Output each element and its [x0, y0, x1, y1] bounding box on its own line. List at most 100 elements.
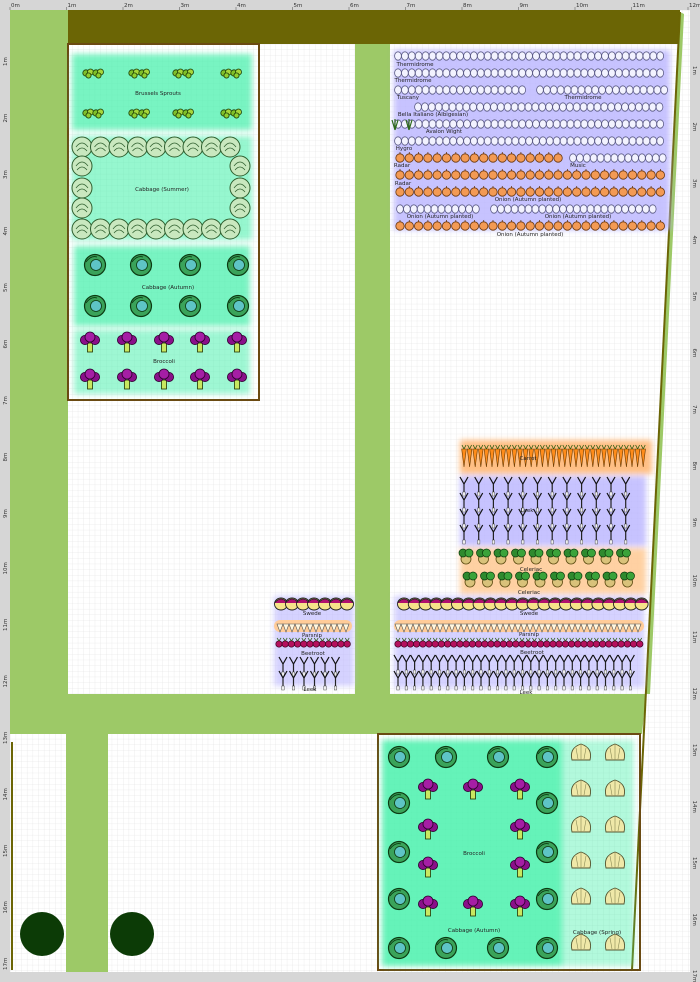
- ruler-tick-label: 5m: [294, 3, 303, 9]
- label-celeriac: Celeriac: [520, 567, 542, 573]
- ruler-tick-label: 16m: [3, 901, 9, 913]
- ruler-tick-label: 4m: [237, 3, 246, 9]
- ruler-tick-label: 13m: [691, 744, 697, 756]
- ruler-tick-label: 10m: [576, 3, 588, 9]
- avalon-wight-row: [394, 119, 664, 129]
- thermidrome-row: [394, 68, 664, 78]
- label-leek-small: Leek: [304, 687, 318, 693]
- ruler-tick-label: 14m: [3, 788, 9, 800]
- ruler-tick-label: 6m: [350, 3, 359, 9]
- label-beetroot-small: Beetroot: [301, 651, 326, 657]
- label-celeriac: Celeriac: [518, 590, 540, 596]
- ruler-tick-label: 9m: [691, 518, 697, 527]
- thermidrome-row: [536, 85, 668, 95]
- label-swede-big: Swede: [520, 611, 539, 617]
- ruler-tick-label: 16m: [691, 914, 697, 926]
- path-left-vertical: [10, 10, 68, 734]
- ruler-tick-label: 12m: [691, 688, 697, 700]
- ruler-tick-label: 12m: [689, 3, 700, 9]
- label-onion-autumn: Onion (Autumn planted): [407, 214, 474, 220]
- label-brussels-sprouts: Brussels Sprouts: [135, 91, 181, 97]
- hygro-row: [394, 136, 664, 146]
- ruler-tick-label: 9m: [520, 3, 529, 9]
- ruler-tick-label: 1m: [68, 3, 77, 9]
- ruler-tick-label: 5m: [3, 283, 9, 292]
- label-thermidrome: Thermidrome: [393, 78, 432, 84]
- ruler-tick-label: 8m: [3, 453, 9, 462]
- ruler-tick-label: 4m: [691, 236, 697, 245]
- ruler-tick-label: 1m: [3, 57, 9, 66]
- ruler-tick-label: 7m: [691, 405, 697, 414]
- label-thermidrome: Thermidrome: [563, 95, 602, 101]
- swede-row: [397, 597, 649, 611]
- label-leek-bottom: Leek: [520, 690, 534, 696]
- ruler-tick-label: 10m: [691, 575, 697, 587]
- ruler-bottom: [0, 972, 700, 982]
- ruler-tick-label: 7m: [3, 396, 9, 405]
- ruler-tick-label: 15m: [3, 845, 9, 857]
- ruler-left: [0, 0, 10, 982]
- ruler-tick-label: 3m: [3, 170, 9, 179]
- label-cabbage-autumn-top: Cabbage (Autumn): [142, 285, 194, 291]
- onion-row: [395, 220, 666, 231]
- garden-plan: 0m 1m 2m 3m 4m 5m 6m 7m 8m 9m 10m 11m 12m 1m 1m 2m 2m 3m…: [0, 0, 700, 982]
- ruler-tick-label: 2m: [124, 3, 133, 9]
- label-cabbage-autumn-bottom: Cabbage (Autumn): [448, 928, 500, 934]
- ruler-tick-label: 2m: [691, 123, 697, 132]
- ruler-tick-label: 0m: [11, 3, 20, 9]
- label-tuscany: Tuscany: [396, 95, 420, 101]
- ruler-tick-label: 17m: [3, 958, 9, 970]
- ruler-tick-label: 1m: [691, 66, 697, 75]
- tuscany-row: [394, 85, 526, 95]
- label-broccoli-bottom: Broccoli: [463, 851, 485, 857]
- label-carrot: Carrot: [519, 456, 537, 462]
- ruler-tick-label: 10m: [3, 562, 9, 574]
- ruler-tick-label: 4m: [3, 227, 9, 236]
- label-cabbage-summer: Cabbage (Summer): [135, 187, 189, 193]
- label-hygro: Hygro: [396, 146, 413, 152]
- ruler-tick-label: 6m: [3, 340, 9, 349]
- label-broccoli-top: Broccoli: [153, 359, 175, 365]
- ruler-tick-label: 3m: [181, 3, 190, 9]
- radar-onion-row: [395, 169, 666, 180]
- label-thermidrome: Thermidrome: [395, 62, 434, 68]
- path-horizontal: [10, 694, 646, 734]
- label-parsnip-big: Parsnip: [519, 632, 540, 638]
- label-beetroot-big: Beetroot: [520, 650, 545, 656]
- ruler-tick-label: 9m: [3, 509, 9, 518]
- label-leek: Leek: [521, 508, 535, 514]
- ruler-tick-label: 12m: [3, 675, 9, 687]
- path-bottom-vertical: [66, 734, 108, 972]
- label-avalon-wight: Avalon Wight: [426, 129, 463, 135]
- tree: [110, 912, 154, 956]
- label-music: Music: [570, 163, 586, 169]
- ruler-tick-label: 7m: [407, 3, 416, 9]
- tree: [20, 912, 64, 956]
- ruler-tick-label: 2m: [3, 114, 9, 123]
- label-onion-autumn: Onion (Autumn planted): [495, 197, 562, 203]
- label-parsnip-small: Parsnip: [302, 633, 323, 639]
- ruler-tick-label: 14m: [691, 801, 697, 813]
- thermidrome-row: [394, 51, 664, 61]
- label-onion-autumn: Onion (Autumn planted): [545, 214, 612, 220]
- ruler-tick-label: 11m: [691, 631, 697, 643]
- ruler-tick-label: 8m: [691, 462, 697, 471]
- ruler-tick-label: 6m: [691, 349, 697, 358]
- ruler-tick-label: 5m: [691, 292, 697, 301]
- path-center-vertical: [355, 44, 390, 694]
- ruler-right: [690, 0, 700, 982]
- label-onion-autumn: Onion (Autumn planted): [497, 232, 564, 238]
- ruler-tick-label: 11m: [3, 619, 9, 631]
- label-cabbage-spring: Cabbage (Spring): [573, 930, 621, 936]
- ruler-tick-label: 13m: [3, 732, 9, 744]
- ruler-tick-label: 17m: [691, 970, 697, 982]
- ruler-tick-label: 15m: [691, 857, 697, 869]
- ruler-tick-label: 3m: [691, 179, 697, 188]
- label-swede-small: Swede: [303, 611, 322, 617]
- ruler-tick-label: 11m: [633, 3, 645, 9]
- label-bella-italiano: Bella Italiano (Albigesian): [398, 112, 468, 118]
- onion-row: [395, 186, 666, 197]
- label-radar: Radar: [395, 181, 412, 187]
- ruler-tick-label: 8m: [463, 3, 472, 9]
- hedge: [68, 10, 680, 44]
